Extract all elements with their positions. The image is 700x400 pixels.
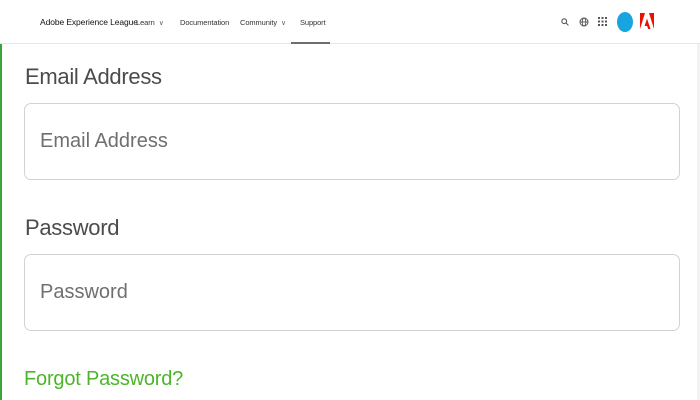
brand-name[interactable]: Adobe Experience League bbox=[40, 17, 138, 27]
password-field[interactable] bbox=[24, 254, 680, 331]
avatar[interactable] bbox=[617, 12, 633, 32]
email-field[interactable] bbox=[24, 103, 680, 180]
nav-documentation-label: Documentation bbox=[180, 18, 230, 27]
nav-support[interactable]: Support bbox=[300, 18, 326, 27]
nav-learn[interactable]: Learn ∨ bbox=[136, 18, 164, 27]
email-label: Email Address bbox=[25, 64, 162, 89]
globe-icon[interactable] bbox=[578, 16, 589, 27]
search-icon[interactable] bbox=[560, 17, 570, 27]
nav-community[interactable]: Community ∨ bbox=[240, 18, 286, 27]
chevron-down-icon: ∨ bbox=[281, 20, 287, 27]
nav-learn-label: Learn bbox=[136, 18, 155, 27]
nav-documentation[interactable]: Documentation bbox=[180, 18, 229, 27]
active-tab-indicator bbox=[291, 42, 330, 44]
chevron-down-icon: ∨ bbox=[158, 20, 164, 27]
top-navigation-bar: Adobe Experience League Learn ∨ Documenta… bbox=[0, 0, 700, 44]
password-label: Password bbox=[25, 215, 120, 240]
nav-community-label: Community bbox=[240, 18, 278, 27]
forgot-password-link[interactable]: Forgot Password? bbox=[24, 368, 183, 391]
nav-support-label: Support bbox=[300, 18, 326, 27]
apps-grid-icon[interactable] bbox=[597, 16, 608, 27]
adobe-logo-icon[interactable] bbox=[640, 12, 654, 30]
left-accent-border bbox=[0, 44, 2, 400]
